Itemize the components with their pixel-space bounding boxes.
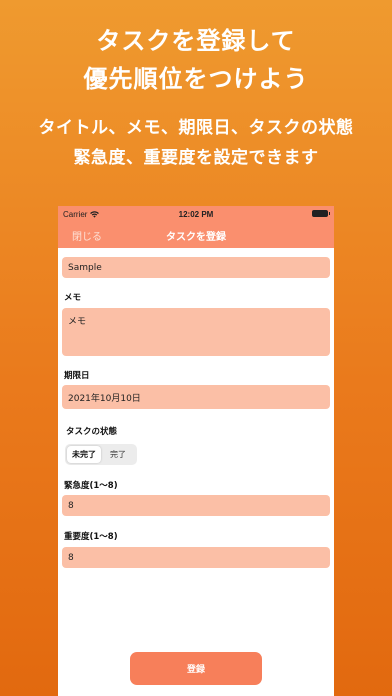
memo-field[interactable]: メモ: [62, 308, 330, 356]
status-segmented-control: 未完了 完了: [65, 444, 137, 465]
promo-headline: タスクを登録して 優先順位をつけよう: [0, 22, 392, 98]
urgency-label: 緊急度(1〜8): [64, 481, 118, 491]
memo-label: メモ: [64, 293, 82, 303]
title-field[interactable]: Sample: [62, 257, 330, 278]
status-segment-wrap: 未完了 完了: [62, 442, 330, 465]
promo-subline: タイトル、メモ、期限日、タスクの状態 緊急度、重要度を設定できます: [0, 113, 392, 173]
battery-icon: [312, 210, 330, 217]
register-button[interactable]: 登録: [130, 652, 262, 685]
status-label: タスクの状態: [66, 427, 118, 437]
importance-field[interactable]: 8: [62, 547, 330, 568]
due-date-label: 期限日: [64, 371, 90, 381]
nav-bar: 閉じる タスクを登録: [58, 222, 334, 248]
nav-title: タスクを登録: [166, 232, 226, 243]
due-date-field[interactable]: 2021年10月10日: [62, 385, 330, 409]
phone-screen: Carrier 12:02 PM 閉じる タスクを登録 Sample メモ メモ…: [58, 206, 334, 696]
importance-label: 重要度(1〜8): [64, 532, 118, 542]
status-bar: Carrier 12:02 PM: [58, 206, 334, 222]
status-time: 12:02 PM: [178, 210, 214, 219]
promo-headline-line2: 優先順位をつけよう: [83, 65, 309, 93]
promo-subline-line2: 緊急度、重要度を設定できます: [73, 148, 319, 168]
promo-headline-line1: タスクを登録して: [96, 27, 296, 55]
promo-subline-line1: タイトル、メモ、期限日、タスクの状態: [38, 118, 354, 138]
status-option-incomplete[interactable]: 未完了: [67, 446, 101, 463]
status-option-complete[interactable]: 完了: [101, 446, 135, 463]
urgency-field[interactable]: 8: [62, 495, 330, 516]
task-form: Sample メモ メモ 期限日 2021年10月10日 タスクの状態 未完了 …: [58, 257, 334, 568]
